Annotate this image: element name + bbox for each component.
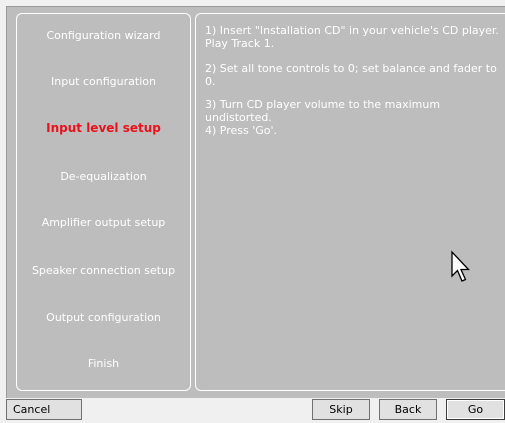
step-input-configuration[interactable]: Input configuration	[17, 75, 190, 88]
cancel-button[interactable]: Cancel	[6, 399, 82, 420]
step-amplifier-output-setup[interactable]: Amplifier output setup	[17, 216, 190, 229]
instructions-panel: 1) Insert "Installation CD" in your vehi…	[195, 13, 505, 391]
step-de-equalization[interactable]: De-equalization	[17, 170, 190, 183]
instruction-1: 1) Insert "Installation CD" in your vehi…	[205, 24, 499, 50]
go-button[interactable]: Go	[446, 399, 505, 420]
instruction-4: 4) Press 'Go'.	[205, 124, 278, 137]
wizard-steps-sidebar: Configuration wizard Input configuration…	[16, 13, 191, 391]
skip-button[interactable]: Skip	[312, 399, 370, 420]
instruction-3: 3) Turn CD player volume to the maximum …	[205, 98, 441, 124]
step-configuration-wizard[interactable]: Configuration wizard	[17, 29, 190, 42]
step-finish[interactable]: Finish	[17, 357, 190, 370]
instruction-2: 2) Set all tone controls to 0; set balan…	[205, 62, 497, 88]
back-button[interactable]: Back	[379, 399, 437, 420]
wizard-window: Configuration wizard Input configuration…	[0, 0, 505, 423]
step-input-level-setup[interactable]: Input level setup	[17, 121, 190, 135]
step-output-configuration[interactable]: Output configuration	[17, 311, 190, 324]
step-speaker-connection-setup[interactable]: Speaker connection setup	[17, 264, 190, 277]
arrow-pointer-icon	[451, 250, 470, 282]
